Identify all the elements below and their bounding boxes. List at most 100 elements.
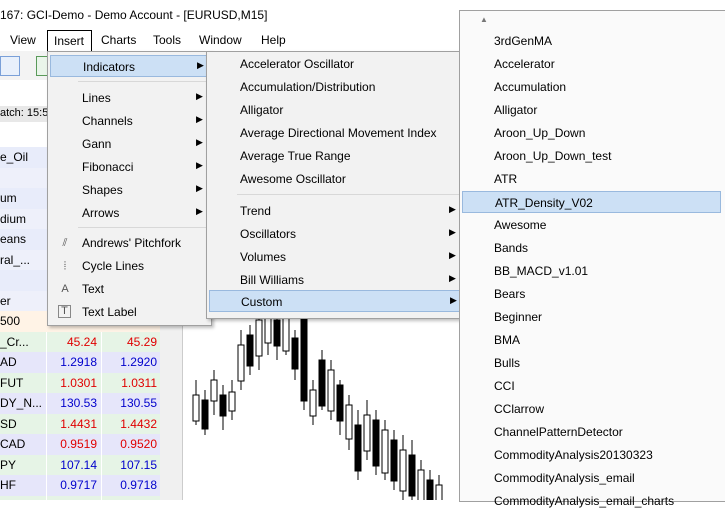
candle-body	[282, 317, 290, 352]
menu-view[interactable]: View	[10, 33, 36, 47]
indicators-menu-item[interactable]: Accumulation/Distribution	[209, 76, 463, 98]
market-watch-row[interactable]: DY_N... 130.53 130.55	[0, 393, 182, 414]
insert-menu-item[interactable]: Channels ▶	[50, 110, 209, 132]
insert-menu-item[interactable]: ⫽ Andrews' Pitchfork	[50, 232, 209, 254]
candle-body	[246, 334, 254, 367]
custom-indicator-item[interactable]: Aroon_Up_Down_test	[462, 145, 721, 167]
text-label-icon: T	[58, 305, 71, 318]
custom-indicator-item[interactable]: BB_MACD_v1.01	[462, 260, 721, 282]
indicators-menu-item[interactable]: Accelerator Oscillator	[209, 53, 463, 75]
candle-body	[426, 479, 434, 502]
custom-indicator-item[interactable]: Beginner	[462, 306, 721, 328]
indicators-menu-item[interactable]: Awesome Oscillator	[209, 168, 463, 190]
insert-menu-item[interactable]: T Text Label	[50, 301, 209, 323]
symbol-name: HF	[0, 478, 16, 492]
candle-body	[408, 454, 416, 497]
bid-price: 1.2918	[46, 352, 99, 373]
indicators-menu-item[interactable]: Oscillators ▶	[209, 223, 463, 245]
indicators-menu-item[interactable]: Bill Williams ▶	[209, 269, 463, 291]
custom-indicator-item[interactable]: ChannelPatternDetector	[462, 421, 721, 443]
ask-price: 1.1405	[101, 495, 159, 500]
symbol-name: 500	[0, 314, 21, 328]
candle-body	[192, 394, 200, 422]
insert-menu-item[interactable]: Fibonacci ▶	[50, 156, 209, 178]
custom-indicator-item[interactable]: Accumulation	[462, 76, 721, 98]
custom-indicator-label: Awesome	[494, 218, 547, 232]
custom-indicator-item[interactable]: CommodityAnalysis20130323	[462, 444, 721, 466]
insert-menu-item-label: Andrews' Pitchfork	[82, 236, 181, 250]
indicators-menu-item[interactable]: Alligator	[209, 99, 463, 121]
market-watch-row[interactable]: HF 0.9717 0.9718	[0, 475, 182, 496]
menu-insert[interactable]: Insert	[47, 30, 92, 52]
market-watch-row[interactable]: AD 1.2918 1.2920	[0, 352, 182, 373]
indicators-menu-item[interactable]: Custom ▶	[209, 290, 463, 312]
insert-menu-item[interactable]: Arrows ▶	[50, 202, 209, 224]
scroll-up-icon[interactable]: ▲	[480, 15, 488, 24]
indicators-menu-item[interactable]: Average Directional Movement Index	[209, 122, 463, 144]
custom-indicator-label: Aroon_Up_Down_test	[494, 149, 612, 163]
symbol-name: um	[0, 191, 17, 205]
insert-menu-item-label: Shapes	[82, 183, 123, 197]
menu-separator	[78, 227, 206, 228]
indicators-menu-item[interactable]: Volumes ▶	[209, 246, 463, 268]
new-chart-icon[interactable]	[0, 56, 20, 76]
insert-menu-item[interactable]: A Text	[50, 278, 209, 300]
custom-indicator-label: ChannelPatternDetector	[494, 425, 623, 439]
text-icon: A	[61, 283, 69, 295]
custom-indicator-item[interactable]: Bulls	[462, 352, 721, 374]
candle-body	[309, 389, 317, 417]
custom-indicator-item[interactable]: Awesome	[462, 214, 721, 236]
submenu-arrow-icon: ▶	[196, 160, 203, 170]
custom-indicator-item[interactable]: CClarrow	[462, 398, 721, 420]
custom-indicator-item[interactable]: ATR	[462, 168, 721, 190]
market-watch-row[interactable]: PY 107.14 107.15	[0, 454, 182, 476]
insert-menu-item[interactable]: ⦙ Cycle Lines	[50, 255, 209, 277]
custom-indicator-item[interactable]: CCI	[462, 375, 721, 397]
custom-indicator-item[interactable]: Bands	[462, 237, 721, 259]
custom-indicator-item[interactable]: Accelerator	[462, 53, 721, 75]
market-watch-row[interactable]: FUT 1.0301 1.0311	[0, 372, 182, 394]
menu-window[interactable]: Window	[199, 33, 242, 47]
symbol-name: er	[0, 293, 11, 308]
market-watch-row[interactable]: CAD 0.9519 0.9520	[0, 434, 182, 455]
custom-indicator-label: Bands	[494, 241, 529, 255]
bid-price: 1.4431	[46, 413, 99, 435]
market-watch-row[interactable]: 1.14051.1405	[0, 495, 182, 500]
indicators-menu-item-label: Custom	[241, 295, 283, 309]
menu-charts[interactable]: Charts	[101, 33, 136, 47]
custom-indicator-item[interactable]: ATR_Density_V02	[462, 191, 721, 213]
insert-menu-item-label: Channels	[82, 114, 133, 128]
insert-menu-item[interactable]: Gann ▶	[50, 133, 209, 155]
insert-menu-item[interactable]: Indicators ▶	[50, 55, 209, 77]
indicators-menu-item-label: Volumes	[240, 250, 287, 264]
insert-menu-item[interactable]: Lines ▶	[50, 87, 209, 109]
custom-indicator-label: ATR_Density_V02	[495, 196, 593, 210]
custom-indicator-item[interactable]: Bears	[462, 283, 721, 305]
submenu-arrow-icon: ▶	[196, 183, 203, 193]
symbol-name: FUT	[0, 375, 24, 390]
candle-body	[345, 404, 353, 440]
ask-price: 1.0311	[101, 372, 159, 394]
menu-tools[interactable]: Tools	[153, 33, 181, 47]
candle-body	[417, 469, 425, 502]
custom-indicator-item[interactable]: CommodityAnalysis_email	[462, 467, 721, 489]
indicators-menu-item[interactable]: Trend ▶	[209, 200, 463, 222]
custom-indicator-item[interactable]: Aroon_Up_Down	[462, 122, 721, 144]
custom-indicator-item[interactable]: Alligator	[462, 99, 721, 121]
ask-price: 45.29	[101, 331, 159, 353]
insert-menu-item[interactable]: Shapes ▶	[50, 179, 209, 201]
custom-indicator-item[interactable]: 3rdGenMA	[462, 30, 721, 52]
symbol-name: SD	[0, 416, 17, 431]
market-watch-row[interactable]: _Cr... 45.24 45.29	[0, 331, 182, 353]
custom-indicator-item[interactable]: CommodityAnalysis_email_charts	[462, 490, 721, 512]
candle-body	[201, 399, 209, 430]
bid-price: 1.1405	[46, 495, 99, 500]
submenu-arrow-icon: ▶	[196, 91, 203, 101]
custom-indicator-item[interactable]: BMA	[462, 329, 721, 351]
ask-price: 1.4432	[101, 413, 159, 435]
indicators-menu-item[interactable]: Average True Range	[209, 145, 463, 167]
menu-help[interactable]: Help	[261, 33, 286, 47]
market-watch-row[interactable]: SD 1.4431 1.4432	[0, 413, 182, 435]
submenu-arrow-icon: ▶	[449, 250, 456, 260]
symbol-name: eans	[0, 232, 27, 246]
